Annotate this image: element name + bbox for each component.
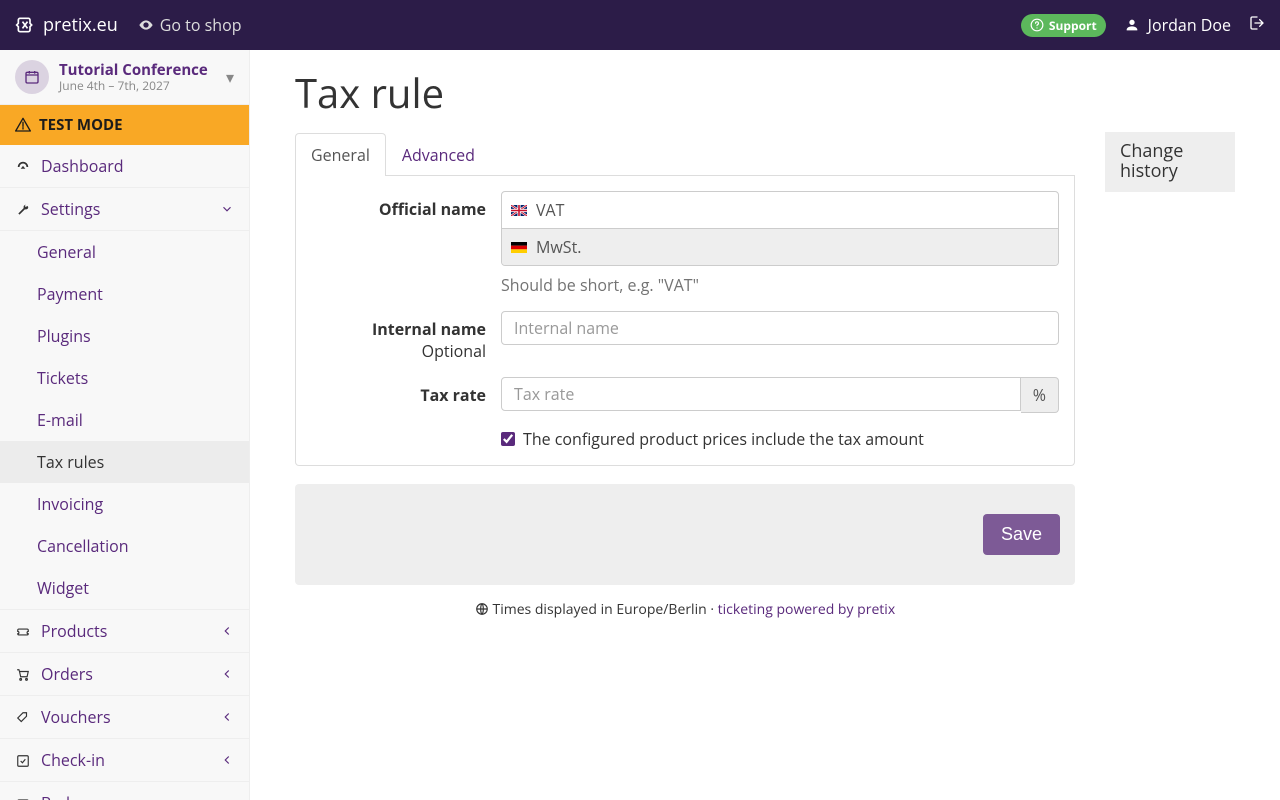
user-menu[interactable]: Jordan Doe — [1124, 14, 1231, 36]
official-name-i18n-group — [501, 191, 1059, 266]
test-mode-label: TEST MODE — [39, 115, 123, 135]
eye-icon — [138, 17, 154, 33]
caret-down-icon: ▾ — [226, 66, 234, 88]
change-history-button[interactable]: Change history — [1105, 132, 1235, 192]
include-tax-checkbox[interactable] — [501, 432, 515, 446]
chevron-left-icon — [220, 666, 234, 683]
chevron-down-icon — [220, 201, 234, 218]
sidebar-subitem-widget[interactable]: Widget — [0, 567, 249, 609]
sign-out-icon — [1249, 15, 1265, 31]
sidebar-item-products[interactable]: Products — [0, 610, 249, 653]
calendar-icon — [15, 60, 49, 94]
question-icon — [1030, 18, 1044, 32]
chevron-left-icon — [220, 623, 234, 640]
include-tax-row[interactable]: The configured product prices include th… — [501, 428, 1059, 450]
top-navbar: pretix.eu Go to shop Support Jordan Doe — [0, 0, 1280, 50]
sidebar: Tutorial Conference June 4th – 7th, 2027… — [0, 50, 250, 800]
official-name-de-row — [502, 228, 1058, 265]
optional-label: Optional — [311, 340, 486, 362]
sidebar-item-settings[interactable]: Settings — [0, 188, 249, 231]
main-content: Tax rule General Advanced Official name — [250, 50, 1280, 800]
official-name-label: Official name — [311, 191, 501, 296]
flag-de-icon — [502, 242, 536, 253]
tags-icon — [15, 706, 31, 728]
official-name-en-row — [502, 192, 1058, 228]
sidebar-subitem-general[interactable]: General — [0, 231, 249, 273]
sidebar-subitem-plugins[interactable]: Plugins — [0, 315, 249, 357]
sidebar-item-orders[interactable]: Orders — [0, 653, 249, 696]
wrench-icon — [15, 198, 31, 220]
change-history-label: Change history — [1120, 139, 1183, 183]
tax-rate-label: Tax rate — [311, 377, 501, 413]
brand-icon — [15, 15, 35, 35]
user-name: Jordan Doe — [1148, 14, 1231, 36]
logout-link[interactable] — [1249, 14, 1265, 36]
go-to-shop-label: Go to shop — [160, 14, 242, 36]
sidebar-item-badges[interactable]: Badges — [0, 782, 249, 800]
sidebar-subitem-cancellation[interactable]: Cancellation — [0, 525, 249, 567]
tabs: General Advanced — [295, 132, 1075, 176]
sidebar-subitem-invoicing[interactable]: Invoicing — [0, 483, 249, 525]
sidebar-subitem-tickets[interactable]: Tickets — [0, 357, 249, 399]
check-square-icon — [15, 749, 31, 771]
page-title: Tax rule — [295, 65, 1235, 120]
warning-icon — [15, 117, 31, 133]
tab-advanced[interactable]: Advanced — [386, 133, 491, 176]
brand-link[interactable]: pretix.eu — [15, 13, 118, 37]
form-panel: Official name — [295, 176, 1075, 466]
settings-submenu: GeneralPaymentPluginsTicketsE-mailTax ru… — [0, 231, 249, 610]
internal-name-input[interactable] — [501, 311, 1059, 345]
sidebar-subitem-payment[interactable]: Payment — [0, 273, 249, 315]
user-icon — [1124, 17, 1140, 33]
support-pill[interactable]: Support — [1021, 14, 1106, 37]
tax-rate-input[interactable] — [501, 377, 1021, 411]
timezone-footer: Times displayed in Europe/Berlin · ticke… — [295, 600, 1075, 619]
include-tax-label: The configured product prices include th… — [523, 428, 924, 450]
sidebar-item-label: Orders — [41, 663, 210, 685]
sidebar-item-checkin[interactable]: Check-in — [0, 739, 249, 782]
internal-name-label: Internal name — [372, 318, 486, 340]
tab-label: Advanced — [402, 144, 475, 166]
sidebar-subitem-tax-rules[interactable]: Tax rules — [0, 441, 249, 483]
tab-general[interactable]: General — [295, 133, 386, 176]
support-label: Support — [1049, 17, 1097, 34]
percent-addon: % — [1021, 377, 1059, 413]
save-button-label: Save — [1001, 524, 1042, 544]
sidebar-item-label: Vouchers — [41, 706, 210, 728]
sidebar-item-label: Dashboard — [41, 155, 234, 177]
go-to-shop-link[interactable]: Go to shop — [138, 14, 242, 36]
tab-label: General — [311, 144, 370, 166]
tax-rate-group: % — [501, 377, 1059, 413]
save-bar: Save — [295, 484, 1075, 585]
sidebar-item-vouchers[interactable]: Vouchers — [0, 696, 249, 739]
timezone-text: Times displayed in Europe/Berlin — [492, 600, 706, 619]
cart-icon — [15, 663, 31, 685]
globe-icon — [475, 602, 489, 616]
official-name-en-input[interactable] — [536, 192, 1058, 228]
chevron-left-icon — [220, 752, 234, 769]
sidebar-item-label: Badges — [41, 792, 234, 800]
save-button[interactable]: Save — [983, 514, 1060, 555]
sidebar-item-label: Products — [41, 620, 210, 642]
sidebar-item-label: Check-in — [41, 749, 210, 771]
event-switcher[interactable]: Tutorial Conference June 4th – 7th, 2027… — [0, 50, 249, 105]
test-mode-banner: TEST MODE — [0, 105, 249, 145]
ticket-icon — [15, 620, 31, 642]
brand-text: pretix.eu — [43, 13, 118, 37]
official-name-de-input[interactable] — [536, 229, 1058, 265]
id-card-icon — [15, 792, 31, 800]
event-dates: June 4th – 7th, 2027 — [59, 79, 216, 92]
flag-gb-icon — [502, 205, 536, 216]
sidebar-item-label: Settings — [41, 198, 210, 220]
powered-by-link[interactable]: ticketing powered by pretix — [718, 600, 896, 619]
dashboard-icon — [15, 155, 31, 177]
official-name-help: Should be short, e.g. "VAT" — [501, 274, 1059, 296]
sidebar-subitem-e-mail[interactable]: E-mail — [0, 399, 249, 441]
sidebar-item-dashboard[interactable]: Dashboard — [0, 145, 249, 188]
chevron-left-icon — [220, 709, 234, 726]
